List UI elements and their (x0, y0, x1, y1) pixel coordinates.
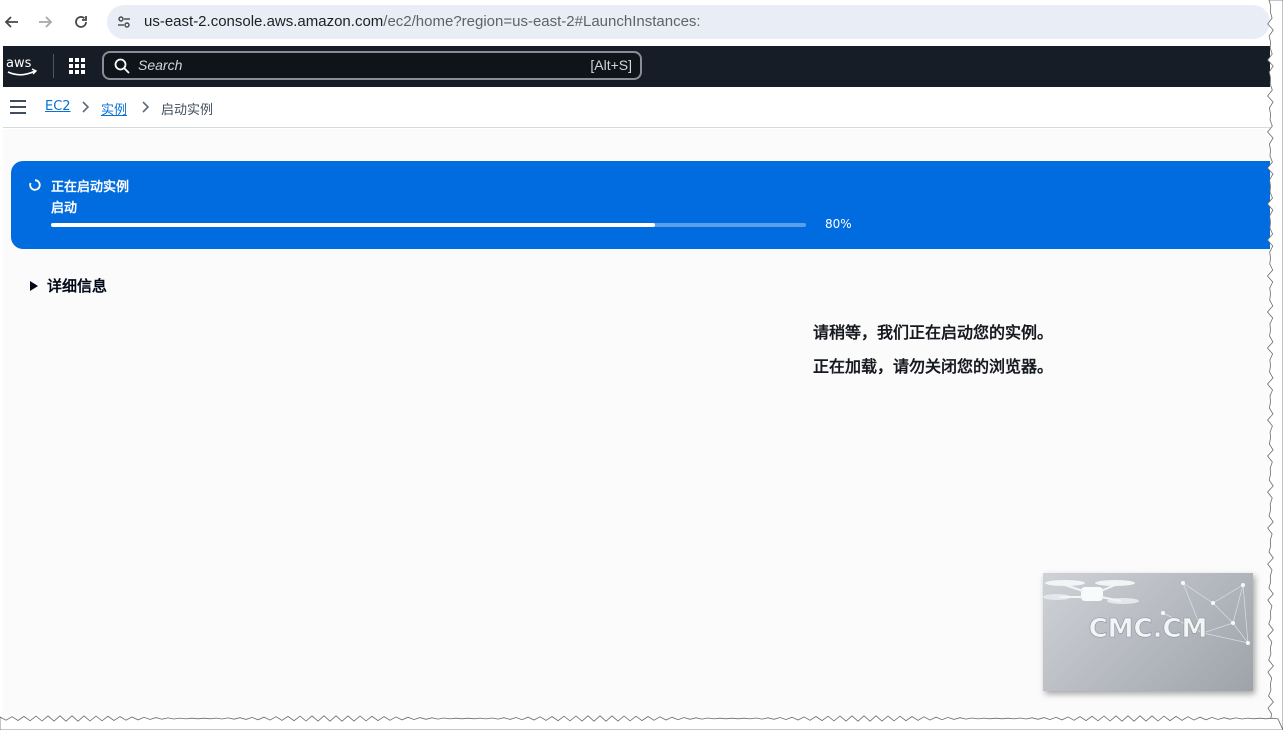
menu-icon[interactable] (10, 100, 26, 114)
site-settings-icon[interactable] (116, 14, 132, 30)
wait-message-line2: 正在加载，请勿关闭您的浏览器。 (813, 357, 1054, 376)
launch-progress-flashbar: 正在启动实例 启动 80% (11, 161, 1270, 249)
arrow-right-icon (39, 16, 53, 28)
progress-percentage: 80% (825, 217, 852, 231)
progress-bar (51, 223, 806, 227)
watermark-logo: CMC.CM (1043, 573, 1253, 691)
watermark-text: CMC.CM (1089, 614, 1208, 644)
breadcrumb-bar: EC2 实例 启动实例 (3, 88, 1270, 128)
torn-edge-bottom (0, 715, 1283, 730)
arrow-left-icon (4, 16, 18, 28)
search-input[interactable]: Search [Alt+S] (102, 51, 642, 80)
address-bar[interactable]: us-east-2.console.aws.amazon.com/ec2/hom… (107, 5, 1270, 39)
breadcrumb-instances[interactable]: 实例 (101, 99, 127, 118)
breadcrumb-ec2[interactable]: EC2 (45, 99, 71, 114)
url-text: us-east-2.console.aws.amazon.com/ec2/hom… (144, 13, 701, 30)
details-expander[interactable]: 详细信息 (30, 275, 107, 296)
forward-button[interactable] (33, 10, 57, 34)
flash-title: 正在启动实例 (51, 180, 130, 195)
search-placeholder: Search (138, 57, 183, 73)
chevron-right-icon (142, 101, 150, 113)
watermark-graphic: CMC.CM (1043, 580, 1250, 645)
caret-right-icon (30, 280, 38, 291)
search-shortcut: [Alt+S] (590, 57, 632, 73)
reload-button[interactable] (69, 10, 93, 34)
drone-icon (1043, 580, 1139, 604)
wait-message-line1: 请稍等，我们正在启动您的实例。 (813, 323, 1054, 342)
search-icon (114, 58, 130, 74)
reload-icon (75, 16, 87, 28)
browser-toolbar: us-east-2.console.aws.amazon.com/ec2/hom… (0, 0, 1270, 44)
url-host: us-east-2.console.aws.amazon.com (144, 13, 384, 30)
breadcrumb-launch-instance: 启动实例 (161, 103, 214, 118)
aws-logo[interactable]: aws (5, 53, 39, 79)
loading-spinner-icon (29, 179, 41, 191)
details-label: 详细信息 (47, 277, 108, 295)
url-path: /ec2/home?region=us-east-2#LaunchInstanc… (383, 13, 701, 30)
aws-top-navigation: aws Search [Alt+S] (3, 46, 1270, 87)
progress-bar-fill (51, 223, 655, 227)
torn-edge-right (1266, 0, 1283, 730)
aws-logo-text: aws (6, 56, 32, 71)
services-grid-icon[interactable] (67, 56, 87, 76)
nav-divider (53, 54, 54, 78)
chevron-right-icon (82, 101, 90, 113)
flash-subtitle: 启动 (51, 201, 78, 216)
back-button[interactable] (0, 10, 24, 34)
